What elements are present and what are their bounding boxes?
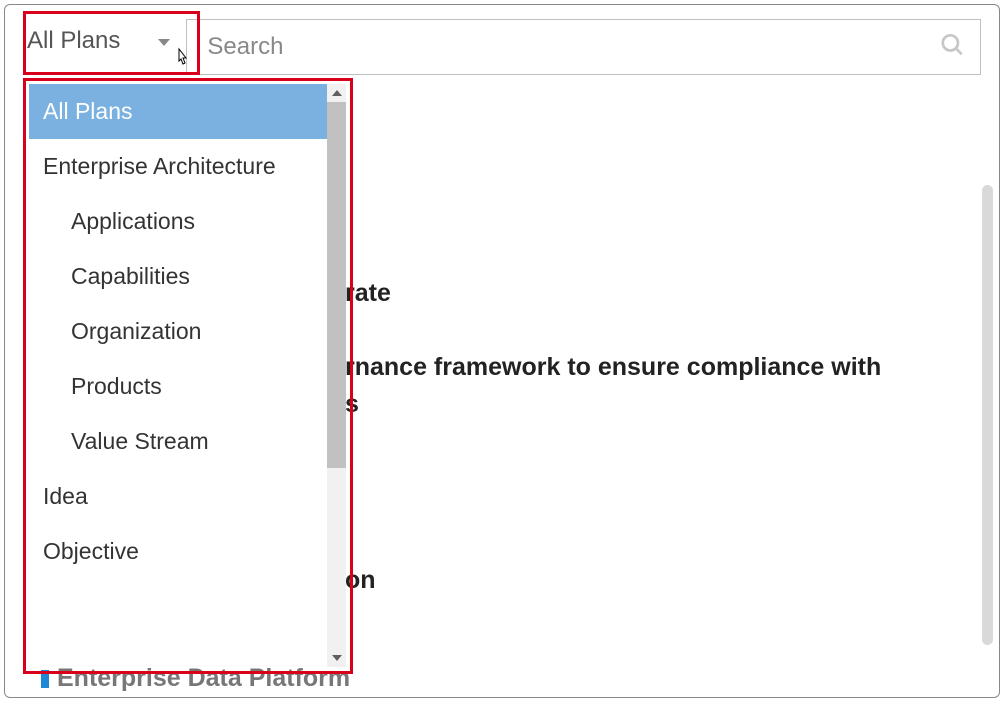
scroll-down-arrow-icon[interactable]: [327, 649, 346, 667]
search-container: [186, 19, 981, 75]
dropdown-option[interactable]: All Plans: [29, 84, 327, 139]
dropdown-option[interactable]: Products: [29, 359, 327, 414]
dropdown-option[interactable]: Applications: [29, 194, 327, 249]
plan-filter-label: All Plans: [27, 27, 120, 55]
top-bar: All Plans: [5, 5, 999, 85]
dropdown-option[interactable]: Capabilities: [29, 249, 327, 304]
app-frame: All Plans rate rnance framework to ensur…: [4, 4, 1000, 698]
dropdown-option[interactable]: Idea: [29, 469, 327, 524]
dropdown-option[interactable]: Value Stream: [29, 414, 327, 469]
plan-filter-dropdown: All PlansEnterprise ArchitectureApplicat…: [29, 84, 346, 667]
search-icon: [939, 32, 965, 63]
item-color-marker: [41, 670, 49, 688]
bottom-item-label: Enterprise Data Platform: [57, 664, 350, 693]
dropdown-scrollbar[interactable]: [327, 84, 346, 667]
dropdown-option[interactable]: Organization: [29, 304, 327, 359]
bottom-list-item[interactable]: Enterprise Data Platform: [41, 664, 350, 693]
scroll-track[interactable]: [327, 102, 346, 649]
search-input[interactable]: [186, 19, 981, 75]
dropdown-list: All PlansEnterprise ArchitectureApplicat…: [29, 84, 327, 667]
scroll-up-arrow-icon[interactable]: [327, 84, 346, 102]
caret-down-icon: [158, 39, 170, 46]
plan-filter-dropdown-trigger[interactable]: All Plans: [23, 19, 174, 63]
dropdown-option[interactable]: Enterprise Architecture: [29, 139, 327, 194]
dropdown-option[interactable]: Objective: [29, 524, 327, 579]
page-scrollbar-thumb[interactable]: [982, 185, 993, 645]
scroll-thumb[interactable]: [327, 102, 346, 468]
